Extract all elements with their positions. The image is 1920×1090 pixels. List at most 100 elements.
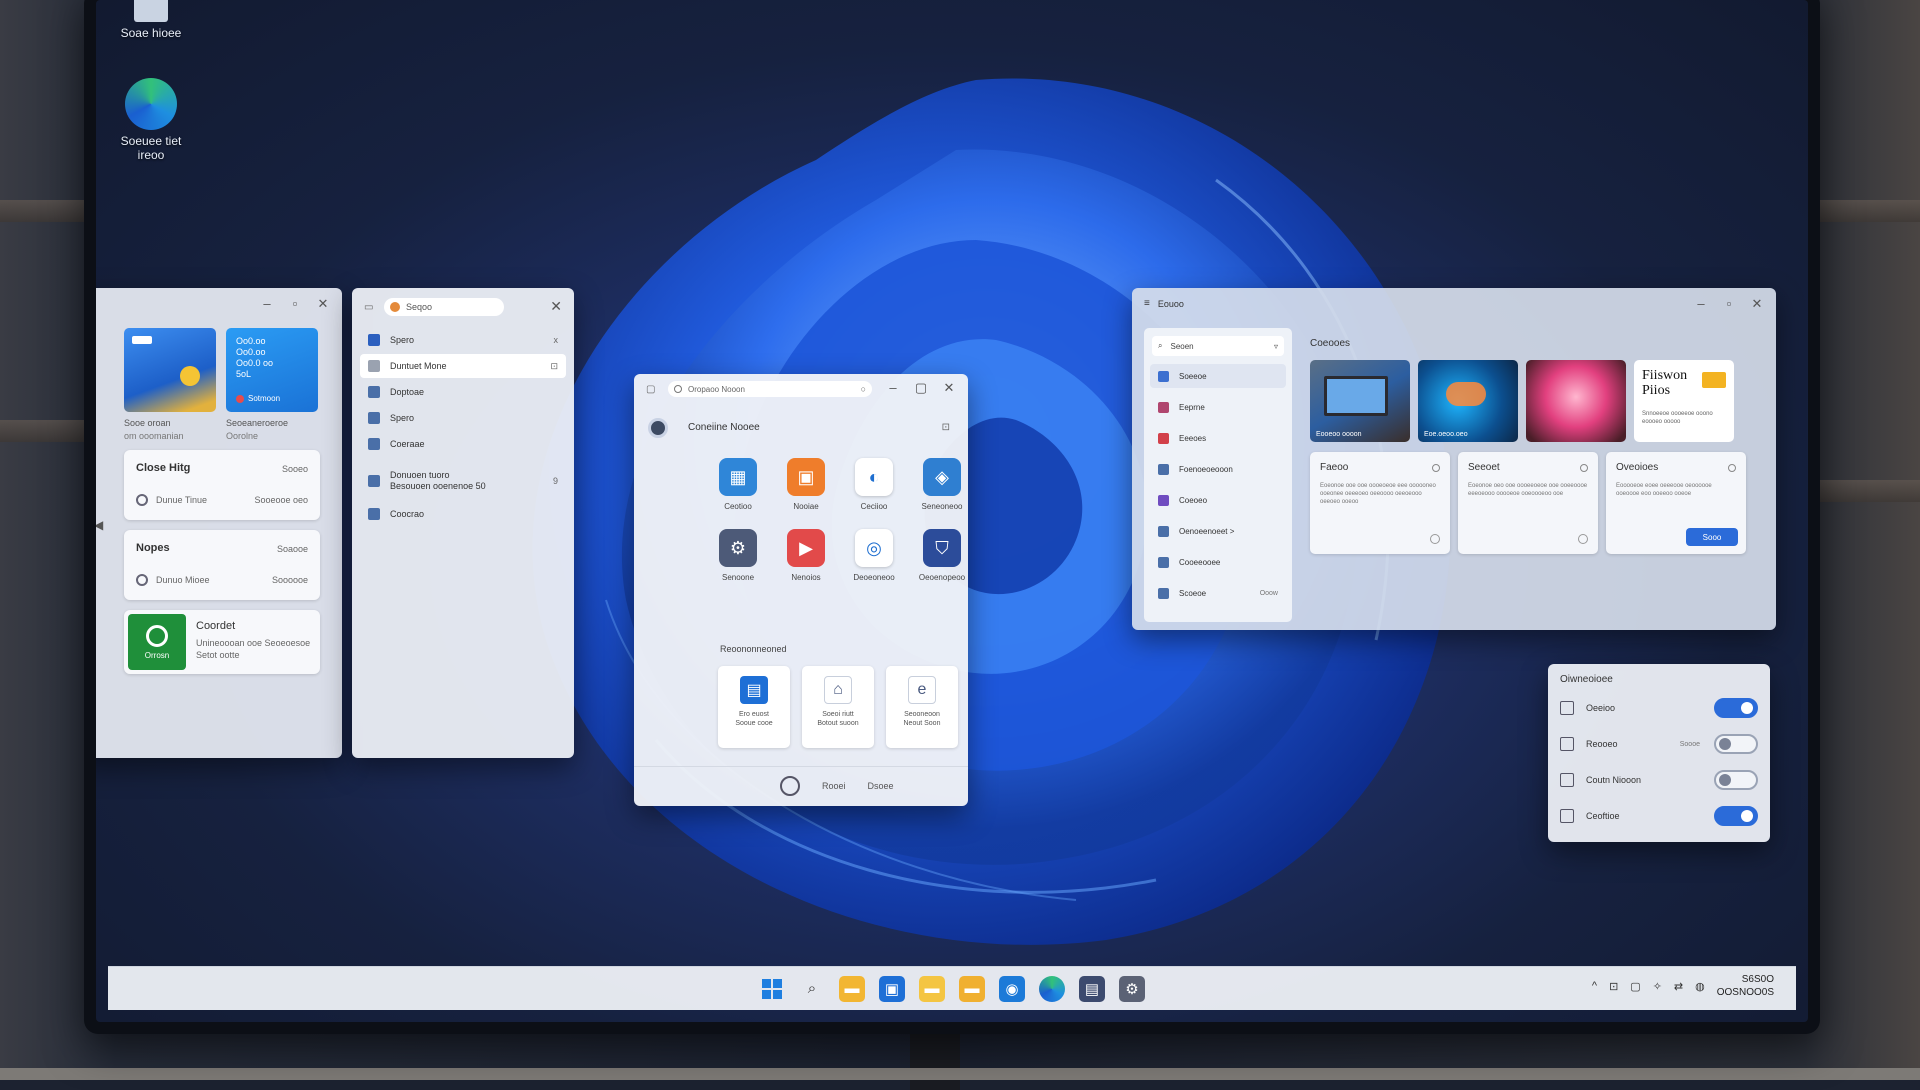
app-edge[interactable]: ◐Ceciioo bbox=[840, 458, 908, 511]
clock[interactable]: S6S0O OOSNOO0S bbox=[1717, 973, 1774, 999]
app-copilot[interactable]: ◎Deoeoneoo bbox=[840, 529, 908, 582]
footer-power[interactable]: Dsoee bbox=[868, 781, 894, 791]
gallery-nav-item[interactable]: Eeprne bbox=[1150, 395, 1286, 419]
info-icon[interactable] bbox=[1578, 534, 1588, 544]
sync-icon[interactable]: ⇄ bbox=[1674, 980, 1683, 993]
widget-card[interactable]: Orrosn Coordet Unineoooan ooe Seoeoesoe … bbox=[124, 610, 320, 674]
store-icon[interactable]: ▤ bbox=[1079, 976, 1105, 1002]
card-button[interactable]: Sooo bbox=[1686, 528, 1738, 546]
nav-item[interactable]: Coocrao bbox=[360, 502, 566, 526]
info-card[interactable]: SeeoetEoeonoe oeo ooe oooeeoeoe ooe ooee… bbox=[1458, 452, 1598, 554]
nav-item-action[interactable]: ⊡ bbox=[550, 361, 558, 372]
nav-item[interactable]: Duntuet Mone⊡ bbox=[360, 354, 566, 378]
gallery-nav-item[interactable]: Coeoeo bbox=[1150, 488, 1286, 512]
gallery-nav-item[interactable]: ScoeoeOoow bbox=[1150, 581, 1286, 605]
tab-icon[interactable]: ▢ bbox=[646, 384, 655, 395]
sidebar-toggle-icon[interactable]: ▭ bbox=[364, 302, 373, 313]
search-input[interactable]: Seqoo bbox=[384, 298, 504, 316]
folder-icon[interactable]: ▬ bbox=[919, 976, 945, 1002]
desktop-icon-recycle[interactable]: Soae hioee bbox=[106, 0, 196, 40]
app-media[interactable]: ▶Nenoios bbox=[772, 529, 840, 582]
chevron-up-icon[interactable]: ^ bbox=[1592, 980, 1597, 992]
app-calendar[interactable]: ▦Ceotioo bbox=[704, 458, 772, 511]
toggle-switch[interactable] bbox=[1714, 698, 1758, 718]
widgets-window: – ▫ ✕ ◀ Sooe oroan om ooomanian Oo0.oo O… bbox=[96, 288, 342, 758]
gallery-nav-item[interactable]: Soeeoe bbox=[1150, 364, 1286, 388]
widget-card[interactable]: Close Hitg Sooeo Dunue Tinue Sooeooe oeo bbox=[124, 450, 320, 520]
info-card[interactable]: FaeooEoeonoe ooe ooe oooeoeoe eee ooooon… bbox=[1310, 452, 1450, 554]
search-input[interactable]: Oropaoo Nooon ○ bbox=[668, 381, 872, 397]
footer-user[interactable]: Rooei bbox=[822, 781, 846, 791]
nav-item[interactable]: Doptoae bbox=[360, 380, 566, 404]
minimize-button[interactable]: – bbox=[1694, 296, 1708, 312]
gallery-nav-item[interactable]: Foenoeoeooon bbox=[1150, 457, 1286, 481]
close-button[interactable]: ✕ bbox=[942, 380, 956, 396]
pin-icon[interactable]: ⊡ bbox=[942, 422, 950, 433]
app-settings[interactable]: ⚙Senoone bbox=[704, 529, 772, 582]
app-briefcase[interactable]: ▣Nooiae bbox=[772, 458, 840, 511]
news-badge-text: Sotmoon bbox=[248, 394, 280, 403]
news-tile[interactable]: Oo0.oo Oo0.oo Oo0.0 oo 5oL Sotmoon bbox=[226, 328, 318, 412]
refresh-icon[interactable]: ○ bbox=[861, 384, 866, 394]
nav-item[interactable]: Donuoen tuoro Besouoen ooenenoe 509 bbox=[360, 463, 566, 499]
search-icon[interactable]: ⌕ bbox=[799, 976, 825, 1002]
folder-icon bbox=[1702, 372, 1726, 388]
recommended-item[interactable]: ▤Ero euost Sooue cooe bbox=[718, 666, 790, 748]
nav-item-action[interactable]: x bbox=[554, 335, 559, 345]
toggle-switch[interactable] bbox=[1714, 806, 1758, 826]
user-icon[interactable] bbox=[780, 776, 800, 796]
maximize-button[interactable]: ▢ bbox=[914, 380, 928, 396]
minimize-button[interactable]: – bbox=[886, 380, 900, 396]
outlook-icon[interactable]: ◉ bbox=[999, 976, 1025, 1002]
thumbnail-image[interactable] bbox=[1526, 360, 1626, 442]
info-icon[interactable] bbox=[1432, 464, 1440, 472]
close-button[interactable]: ✕ bbox=[316, 296, 330, 312]
brightness-icon[interactable]: ✧ bbox=[1653, 980, 1662, 993]
minimize-button[interactable]: – bbox=[260, 296, 274, 312]
start-button[interactable] bbox=[759, 976, 785, 1002]
battery-icon[interactable]: ▢ bbox=[1630, 980, 1640, 993]
app-photos[interactable]: ◈Seneoneoo bbox=[908, 458, 968, 511]
chevron-left-icon[interactable]: ◀ bbox=[96, 518, 103, 532]
recommended-label: Ero euost Sooue cooe bbox=[735, 710, 772, 728]
nav-item[interactable]: Spero bbox=[360, 406, 566, 430]
network-icon[interactable]: ⊡ bbox=[1609, 980, 1618, 993]
edge-icon[interactable] bbox=[1039, 976, 1065, 1002]
recommended-item[interactable]: eSeooneoon Neout Soon bbox=[886, 666, 958, 748]
title-bar: ≡ Eouoo bbox=[1144, 298, 1184, 309]
menu-icon[interactable]: ≡ bbox=[1144, 298, 1150, 309]
close-button[interactable]: ✕ bbox=[1750, 296, 1764, 312]
info-icon[interactable] bbox=[1580, 464, 1588, 472]
app-shield[interactable]: ⛉Oeoenopeoo bbox=[908, 529, 968, 582]
info-icon[interactable] bbox=[1430, 534, 1440, 544]
thumbnail-image[interactable]: Eooeoo oooon bbox=[1310, 360, 1410, 442]
nav-item[interactable]: Sperox bbox=[360, 328, 566, 352]
settings-icon[interactable]: ⚙ bbox=[1119, 976, 1145, 1002]
search-input[interactable]: ⌕ Seoen ▿ bbox=[1152, 336, 1284, 356]
gallery-nav-item[interactable]: Oenoeenoeet > bbox=[1150, 519, 1286, 543]
file-explorer-icon[interactable]: ▬ bbox=[839, 976, 865, 1002]
widget-card[interactable]: Nopes Soaooe Dunuo Mioee Soooooe bbox=[124, 530, 320, 600]
weather-tile[interactable] bbox=[124, 328, 216, 412]
maximize-button[interactable]: ▫ bbox=[288, 296, 302, 312]
gallery-nav-item[interactable]: Eeeoes bbox=[1150, 426, 1286, 450]
filter-icon[interactable]: ▿ bbox=[1274, 342, 1278, 351]
info-card[interactable]: OveoioesEooooeoe eoee oeeeooe oeoooooe o… bbox=[1606, 452, 1746, 554]
maximize-button[interactable]: ▫ bbox=[1722, 296, 1736, 312]
task-view-icon[interactable]: ▣ bbox=[879, 976, 905, 1002]
app-label: Deoeoneoo bbox=[853, 573, 894, 582]
info-icon[interactable] bbox=[1728, 464, 1736, 472]
close-button[interactable]: ✕ bbox=[550, 298, 562, 315]
gallery-nav-item[interactable]: Cooeeooee bbox=[1150, 550, 1286, 574]
toggle-switch[interactable] bbox=[1714, 734, 1758, 754]
desktop-icon-edge[interactable]: Soeuee tiet ireoo bbox=[106, 78, 196, 162]
folder-icon[interactable]: ▬ bbox=[959, 976, 985, 1002]
thumbnail-image[interactable]: Eoe.oeoo.oeo bbox=[1418, 360, 1518, 442]
avatar[interactable] bbox=[648, 418, 668, 438]
volume-icon[interactable]: ◍ bbox=[1695, 980, 1705, 993]
toggle-switch[interactable] bbox=[1714, 770, 1758, 790]
nav-item[interactable]: Coeraae bbox=[360, 432, 566, 456]
recommended-item[interactable]: ⌂Soeoi riutt Botout suoon bbox=[802, 666, 874, 748]
nav-item-action[interactable]: 9 bbox=[553, 476, 558, 486]
promo-card[interactable]: Fiiswon Piios Snnoeeoe oooeeoe ooono eoo… bbox=[1634, 360, 1734, 442]
